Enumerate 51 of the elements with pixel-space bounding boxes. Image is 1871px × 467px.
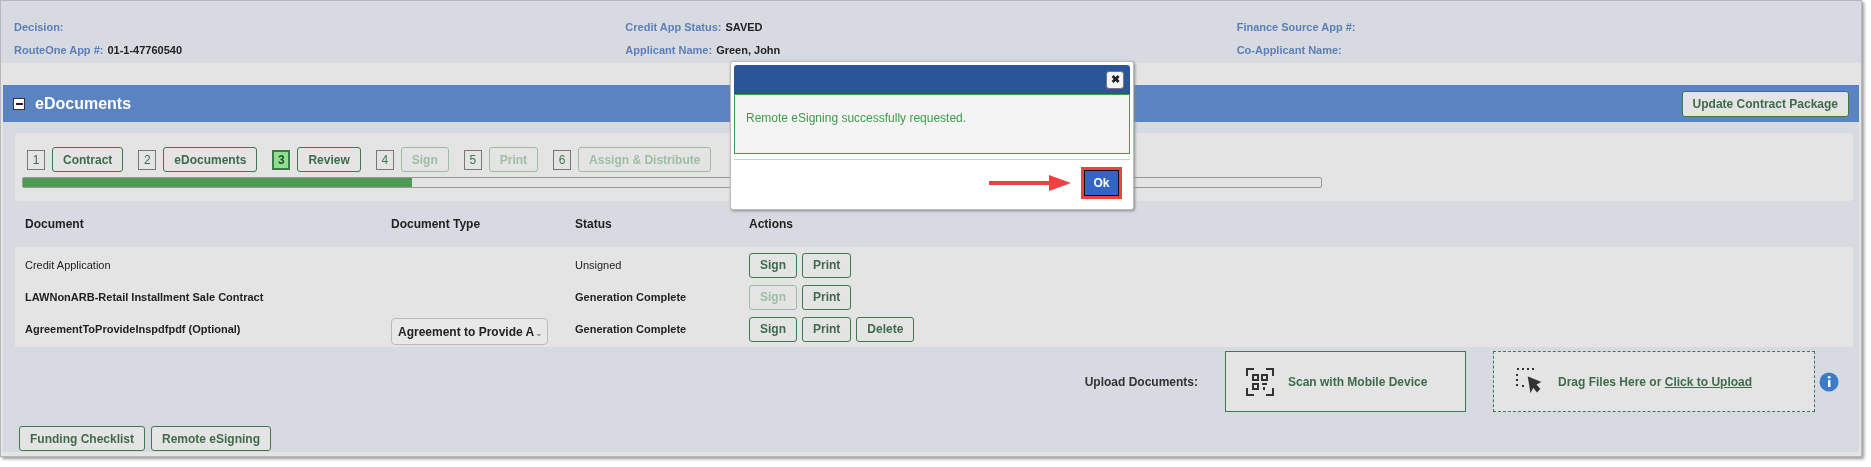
field-label: Finance Source App #: [1236,20,1356,35]
step-number: 2 [138,149,157,170]
document-name: AgreementToProvideInspdfpdf (Optional) [25,321,242,337]
column-header: Document [25,216,85,233]
status-text: Unsigned [575,257,623,273]
footer-button[interactable]: Funding Checklist [19,426,145,451]
column-header: Document Type [391,216,482,233]
scan-mobile-button[interactable]: Scan with Mobile Device [1225,351,1466,412]
update-contract-package-button[interactable]: Update Contract Package [1681,90,1849,117]
arrow-icon [989,174,1071,192]
action-button[interactable]: Sign [749,252,797,278]
drop-text: Drag Files Here or Click to Upload [1558,373,1753,391]
action-button[interactable]: Print [802,252,852,278]
column-header: Actions [749,216,793,233]
action-button[interactable]: Print [802,284,852,310]
step-number: 5 [463,149,482,170]
field-label: Credit App Status: [625,20,722,35]
step-number: 3 [272,149,291,170]
section-title: eDocuments [35,93,132,114]
field-value: 01-1-47760540 [107,43,183,58]
info-icon[interactable] [1819,371,1839,392]
step-button[interactable]: Review [297,147,361,172]
qr-code-icon [1246,367,1274,396]
field-label: Decision: [14,20,64,35]
drop-zone[interactable]: Drag Files Here or Click to Upload [1493,351,1815,412]
action-button[interactable]: Delete [856,316,915,342]
ok-button[interactable]: Ok [1084,170,1119,196]
field-label: Co-Applicant Name: [1236,43,1342,58]
footer-button[interactable]: Remote eSigning [151,426,272,451]
upload-link[interactable]: Click to Upload [1664,374,1753,389]
field-label: Applicant Name: [625,43,713,58]
step-number: 6 [553,149,572,170]
document-name: Credit Application [25,257,112,273]
column-header: Status [575,216,613,233]
document-type-select[interactable]: Agreement to Provide A [391,317,548,345]
step-button[interactable]: Contract [52,147,124,172]
action-button[interactable]: Sign [749,316,797,342]
close-button[interactable]: ✖ [1106,70,1124,89]
step-number: 1 [27,149,45,170]
collapse-toggle[interactable] [13,97,25,110]
field-value: SAVED [725,20,763,35]
step-button[interactable]: eDocuments [163,147,258,172]
upload-label: Upload Documents: [1084,373,1198,391]
field-label: RouteOne App #: [14,43,104,58]
status-text: Generation Complete [575,321,688,337]
field-value: Green, John [716,43,781,58]
step-number: 4 [375,149,394,170]
document-name: LAWNonARB-Retail Installment Sale Contract [25,289,265,305]
status-text: Generation Complete [575,289,688,305]
action-button[interactable]: Print [802,316,852,342]
dialog-message: Remote eSigning successfully requested. [746,111,967,125]
